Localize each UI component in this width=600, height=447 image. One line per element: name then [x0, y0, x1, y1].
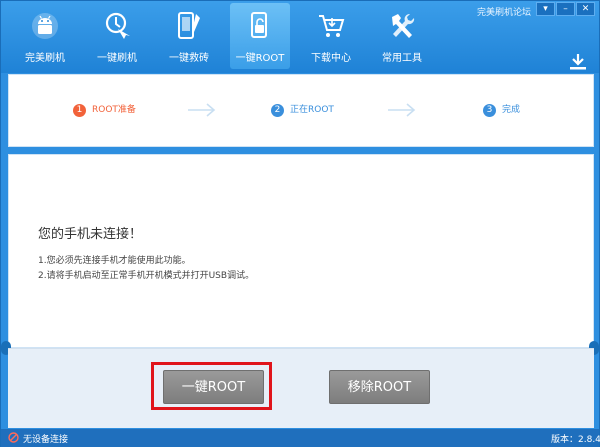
menu-dropdown-button[interactable]: ▾ — [536, 2, 555, 16]
root-unlock-icon — [251, 12, 267, 38]
not-connected-title: 您的手机未连接！ — [38, 227, 143, 242]
version-text: 版本：2.8.4 — [551, 435, 600, 445]
step-label-root-prepare: ROOT准备 — [92, 105, 136, 115]
tool-label: 下载中心 — [311, 53, 351, 64]
tool-common-tools[interactable]: 常用工具 — [372, 3, 432, 69]
arrow-right-icon — [388, 103, 416, 117]
forum-link[interactable]: 完美刷机论坛 — [477, 5, 531, 18]
step-number-1: 1 — [73, 104, 86, 117]
close-button[interactable]: ✕ — [576, 2, 595, 16]
tool-label: 一键刷机 — [97, 53, 137, 64]
one-click-flash-icon — [105, 12, 130, 39]
phone-repair-icon — [178, 12, 200, 39]
tool-download-center[interactable]: 下载中心 — [301, 3, 361, 69]
root-steps-panel: 1 ROOT准备 2 正在ROOT 3 完成 — [8, 74, 594, 147]
tool-label: 常用工具 — [382, 53, 422, 64]
step-number-3: 3 — [483, 104, 496, 117]
remove-root-button[interactable]: 移除ROOT — [329, 370, 430, 404]
tool-one-click-flash[interactable]: 一键刷机 — [87, 3, 147, 69]
android-robot-icon — [32, 13, 58, 39]
instruction-line-1: 1.您必须先连接手机才能使用此功能。 — [38, 256, 191, 266]
tool-label: 一键救砖 — [169, 53, 209, 64]
action-button-area — [8, 348, 594, 428]
no-device-icon — [8, 432, 19, 443]
app-window: 完美刷机 一键刷机 一键救砖 一键ROOT 下载中心 常用工具 完美刷机论坛 ▾… — [0, 0, 600, 447]
main-toolbar: 完美刷机 一键刷机 一键救砖 一键ROOT 下载中心 常用工具 完美刷机论坛 ▾… — [1, 1, 599, 73]
one-click-root-button[interactable]: 一键ROOT — [163, 370, 264, 404]
shopping-cart-icon — [319, 15, 345, 37]
device-status-text: 无设备连接 — [23, 435, 69, 445]
tool-perfect-flash[interactable]: 完美刷机 — [15, 3, 75, 69]
step-number-2: 2 — [271, 104, 284, 117]
step-label-rooting: 正在ROOT — [290, 105, 334, 115]
message-panel: 您的手机未连接！ 1.您必须先连接手机才能使用此功能。 2.请将手机启动至正常手… — [8, 154, 594, 348]
tool-one-click-root[interactable]: 一键ROOT — [230, 3, 290, 69]
arrow-right-icon — [188, 103, 216, 117]
tool-label: 完美刷机 — [25, 53, 65, 64]
status-bar: 无设备连接 版本：2.8.4 — [1, 429, 600, 447]
download-icon[interactable] — [569, 53, 587, 71]
instruction-line-2: 2.请将手机启动至正常手机开机模式并打开USB调试。 — [38, 271, 255, 281]
tools-icon — [392, 13, 415, 38]
step-label-complete: 完成 — [502, 105, 521, 115]
tool-brick-rescue[interactable]: 一键救砖 — [159, 3, 219, 69]
tool-label: 一键ROOT — [235, 53, 285, 64]
minimize-button[interactable]: – — [556, 2, 575, 16]
